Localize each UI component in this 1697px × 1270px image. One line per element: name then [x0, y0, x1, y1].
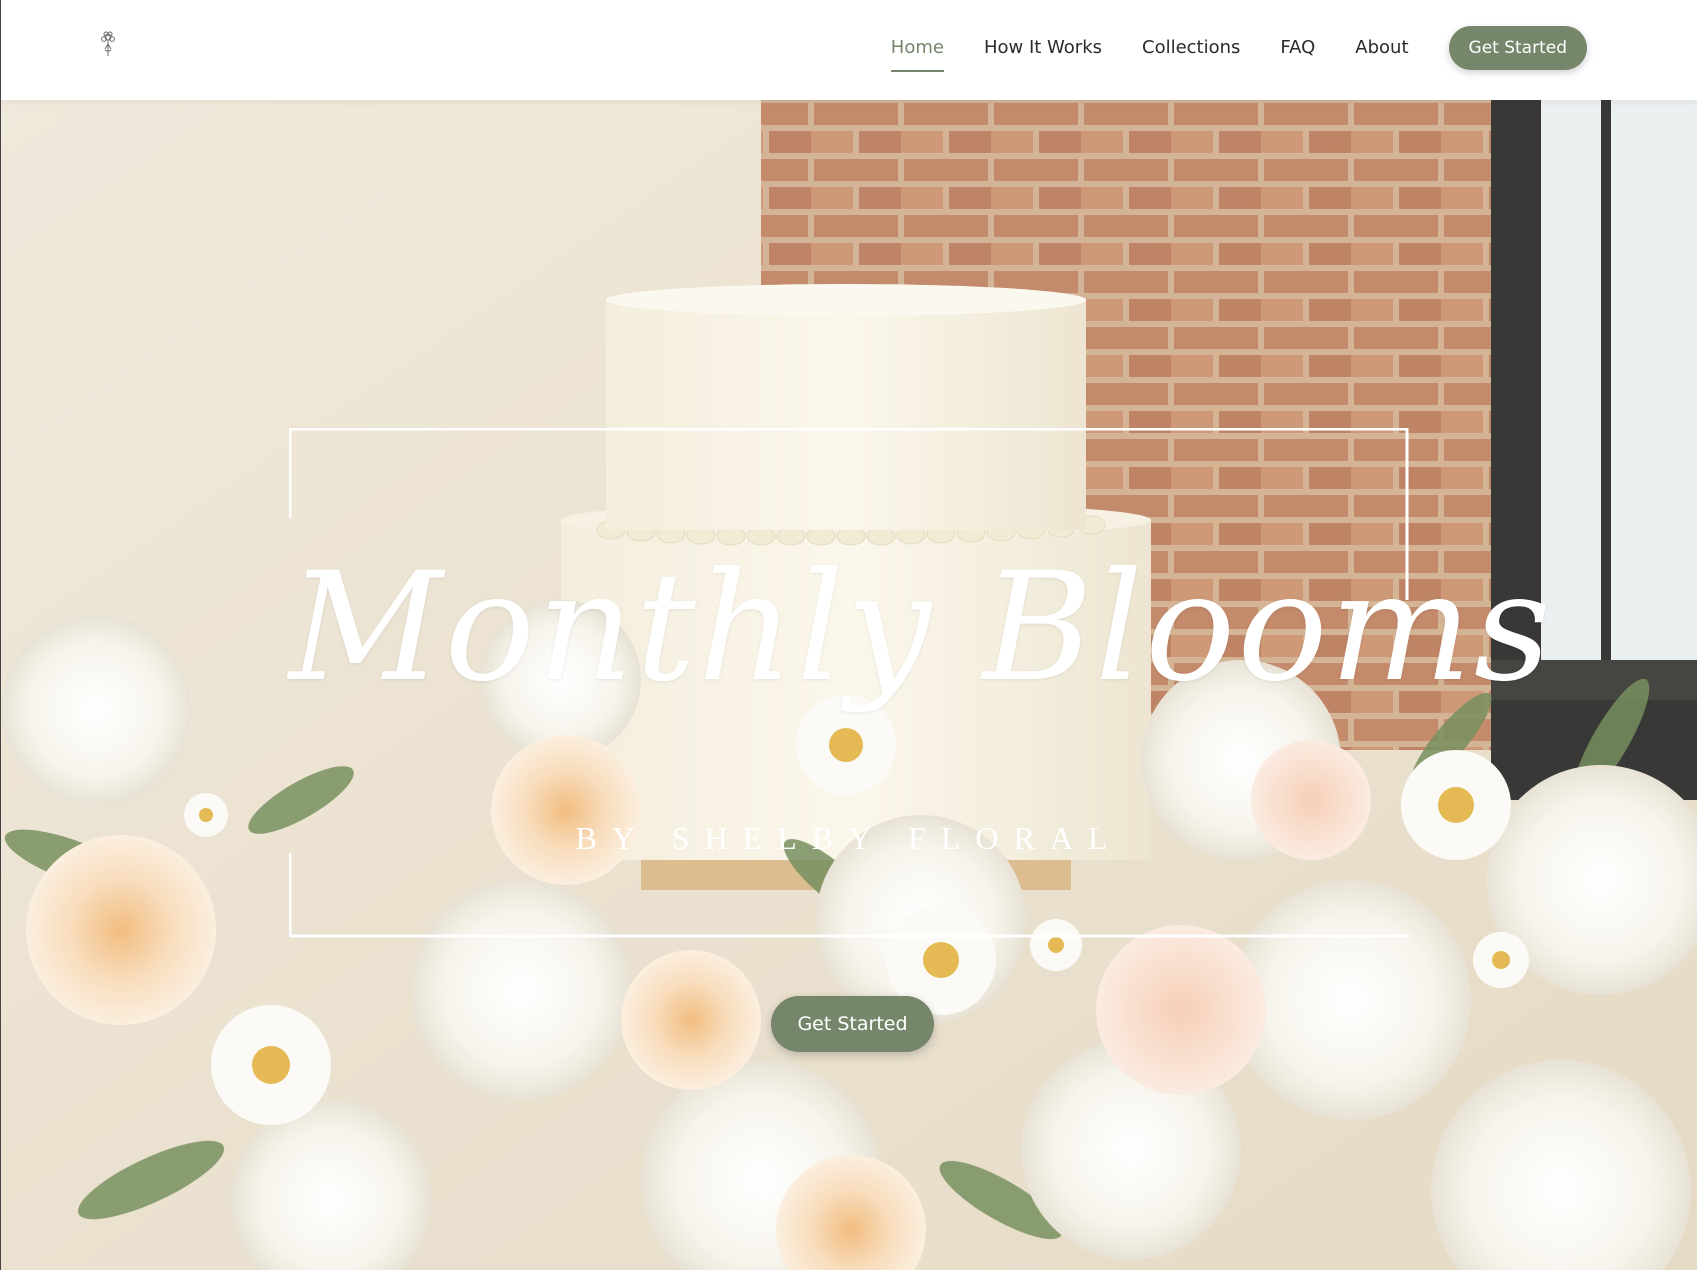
nav-home[interactable]: Home [890, 26, 945, 72]
main-nav: Home How It Works Collections FAQ About … [851, 26, 1587, 72]
hero-get-started-button[interactable]: Get Started [771, 996, 934, 1052]
nav-how-it-works[interactable]: How It Works [984, 26, 1102, 70]
brand-title: Monthly Blooms [289, 541, 1553, 715]
brand-subtitle: BY SHELBY FLORAL [575, 820, 1123, 856]
nav-about[interactable]: About [1355, 26, 1408, 70]
flower-bouquet-icon[interactable] [97, 30, 119, 60]
header-get-started-button[interactable]: Get Started [1448, 26, 1587, 70]
site-header: Home How It Works Collections FAQ About … [1, 0, 1697, 100]
hero-section: Monthly Blooms BY SHELBY FLORAL Get Star… [1, 100, 1697, 1270]
hero-title-frame: Monthly Blooms BY SHELBY FLORAL [289, 428, 1553, 938]
nav-collections[interactable]: Collections [1142, 26, 1240, 70]
nav-faq[interactable]: FAQ [1280, 26, 1315, 70]
page: Home How It Works Collections FAQ About … [0, 0, 1697, 1270]
